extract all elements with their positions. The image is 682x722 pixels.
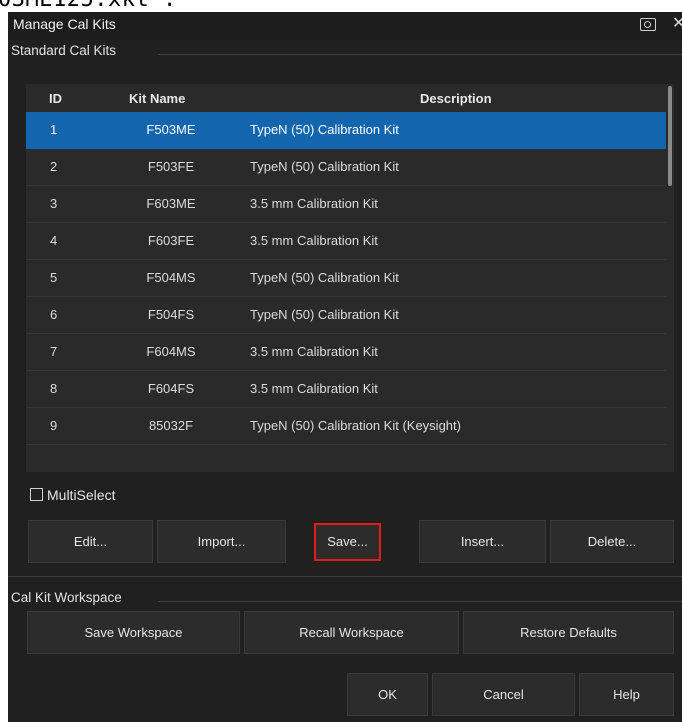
cell-description: 3.5 mm Calibration Kit	[250, 344, 378, 359]
cell-kit-name: F603FE	[147, 233, 195, 248]
title-bar: Manage Cal Kits ✕	[8, 12, 682, 40]
ok-button[interactable]: OK	[347, 673, 428, 716]
table-row[interactable]: 7 F604MS 3.5 mm Calibration Kit	[26, 334, 666, 371]
cell-kit-name: F604FS	[147, 381, 195, 396]
cell-description: TypeN (50) Calibration Kit	[250, 159, 399, 174]
multiselect-checkbox[interactable]	[30, 488, 43, 501]
cal-kit-workspace-label: Cal Kit Workspace	[11, 590, 128, 605]
cell-kit-name: F504MS	[146, 270, 196, 285]
cell-kit-name: F604MS	[146, 344, 196, 359]
cell-id: 9	[50, 418, 58, 433]
cell-id: 3	[50, 196, 58, 211]
cell-description: TypeN (50) Calibration Kit	[250, 307, 399, 322]
cell-description: 3.5 mm Calibration Kit	[250, 196, 378, 211]
insert-button[interactable]: Insert...	[419, 520, 546, 563]
table-row[interactable]: 3 F603ME 3.5 mm Calibration Kit	[26, 186, 666, 223]
section-separator	[8, 576, 682, 577]
cell-kit-name: 85032F	[148, 418, 194, 433]
save-workspace-button[interactable]: Save Workspace	[27, 611, 240, 654]
close-icon[interactable]: ✕	[672, 13, 682, 33]
dialog-title: Manage Cal Kits	[13, 16, 116, 32]
cell-kit-name: F503FE	[147, 159, 195, 174]
cell-description: TypeN (50) Calibration Kit	[250, 270, 399, 285]
standard-cal-kits-label: Standard Cal Kits	[11, 43, 123, 58]
table-scrollbar[interactable]	[666, 84, 674, 472]
cell-description: TypeN (50) Calibration Kit	[250, 122, 399, 137]
help-button[interactable]: Help	[579, 673, 674, 716]
cell-id: 5	[50, 270, 58, 285]
recall-workspace-button[interactable]: Recall Workspace	[244, 611, 459, 654]
column-header-kit-name[interactable]: Kit Name	[129, 91, 185, 106]
cal-kits-table: ID Kit Name Description 1 F503ME TypeN (…	[26, 84, 674, 472]
manage-cal-kits-dialog: Manage Cal Kits ✕ Standard Cal Kits ID K…	[8, 12, 682, 722]
save-button[interactable]: Save...	[314, 523, 381, 561]
table-header: ID Kit Name Description	[26, 84, 666, 112]
cell-id: 8	[50, 381, 58, 396]
group-divider	[158, 54, 682, 55]
column-header-description[interactable]: Description	[420, 91, 492, 106]
restore-defaults-button[interactable]: Restore Defaults	[463, 611, 674, 654]
group-divider	[158, 601, 682, 602]
import-button[interactable]: Import...	[157, 520, 286, 563]
background-document-text: 03ME125.xkt'.	[0, 0, 682, 12]
scrollbar-thumb[interactable]	[668, 86, 672, 186]
cell-kit-name: F504FS	[147, 307, 195, 322]
table-row[interactable]: 1 F503ME TypeN (50) Calibration Kit	[26, 112, 666, 149]
cancel-button[interactable]: Cancel	[432, 673, 575, 716]
document-text-fragment: 03ME125.xkt'.	[0, 0, 177, 12]
cell-kit-name: F503ME	[146, 122, 196, 137]
cell-description: TypeN (50) Calibration Kit (Keysight)	[250, 418, 461, 433]
cell-id: 7	[50, 344, 58, 359]
table-row[interactable]: 9 85032F TypeN (50) Calibration Kit (Key…	[26, 408, 666, 445]
cell-kit-name: F603ME	[146, 196, 196, 211]
multiselect-label: MultiSelect	[47, 487, 116, 503]
cell-id: 6	[50, 307, 58, 322]
camera-icon[interactable]	[640, 18, 656, 31]
table-row[interactable]: 5 F504MS TypeN (50) Calibration Kit	[26, 260, 666, 297]
multiselect-toggle[interactable]: MultiSelect	[30, 487, 115, 503]
cell-id: 1	[50, 122, 58, 137]
cell-description: 3.5 mm Calibration Kit	[250, 381, 378, 396]
table-row[interactable]: 2 F503FE TypeN (50) Calibration Kit	[26, 149, 666, 186]
table-row[interactable]: 8 F604FS 3.5 mm Calibration Kit	[26, 371, 666, 408]
column-header-id[interactable]: ID	[49, 91, 62, 106]
cell-id: 2	[50, 159, 58, 174]
table-row[interactable]: 4 F603FE 3.5 mm Calibration Kit	[26, 223, 666, 260]
cell-id: 4	[50, 233, 58, 248]
delete-button[interactable]: Delete...	[550, 520, 674, 563]
table-row[interactable]: 6 F504FS TypeN (50) Calibration Kit	[26, 297, 666, 334]
edit-button[interactable]: Edit...	[28, 520, 153, 563]
cell-description: 3.5 mm Calibration Kit	[250, 233, 378, 248]
